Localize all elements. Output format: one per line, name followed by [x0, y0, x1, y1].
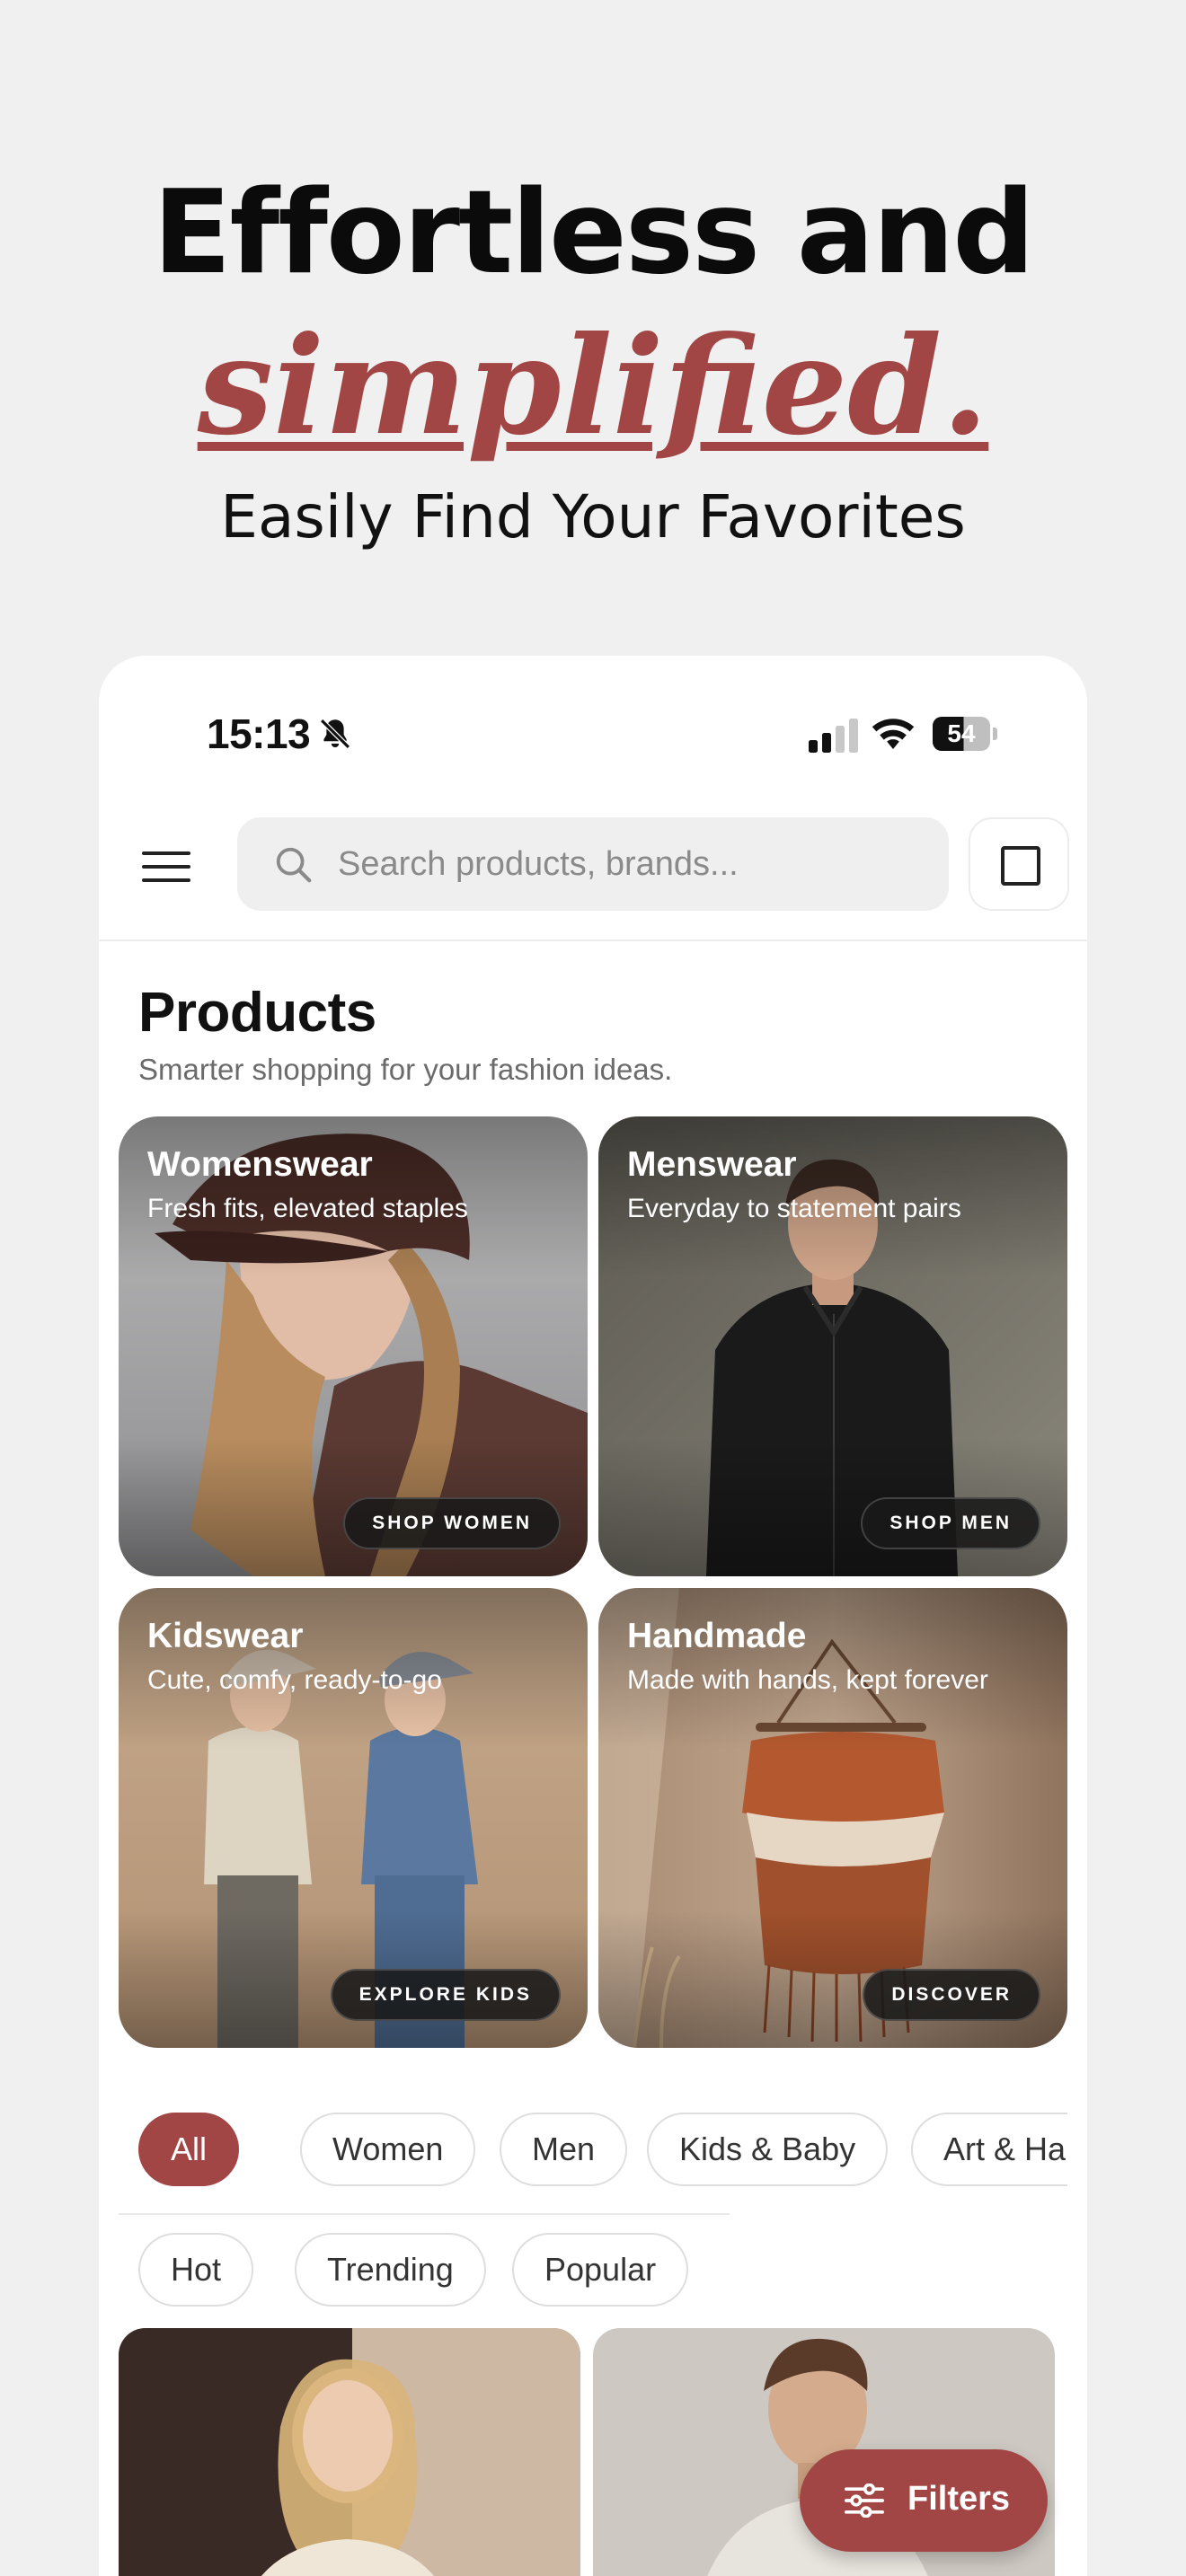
top-bar [99, 817, 1087, 925]
status-bar: 15:13 54 [99, 656, 1087, 781]
sort-chip-row: Hot Trending Popular [119, 2233, 1067, 2314]
category-title: Womenswear [147, 1145, 373, 1184]
hero-tagline: Easily Find Your Favorites [220, 482, 966, 551]
hero-headline: Effortless and [153, 166, 1035, 300]
status-time: 15:13 [207, 710, 311, 757]
square-icon [1001, 846, 1040, 886]
category-subtitle: Everyday to statement pairs [627, 1194, 961, 1223]
chip-hot[interactable]: Hot [138, 2233, 254, 2307]
shop-men-button[interactable]: SHOP MEN [861, 1497, 1040, 1549]
divider [119, 2213, 730, 2215]
product-card[interactable] [119, 2328, 580, 2576]
category-subtitle: Fresh fits, elevated staples [147, 1194, 468, 1223]
category-title: Handmade [627, 1617, 807, 1655]
wifi-icon [872, 719, 915, 749]
category-card-kidswear[interactable]: Kidswear Cute, comfy, ready-to-go EXPLOR… [119, 1588, 588, 2048]
category-subtitle: Cute, comfy, ready-to-go [147, 1665, 442, 1695]
chip-women[interactable]: Women [300, 2113, 476, 2186]
divider [99, 940, 1087, 941]
sliders-icon [845, 2483, 884, 2518]
page-title: Products [138, 982, 376, 1044]
search-input[interactable] [338, 817, 931, 911]
chip-popular[interactable]: Popular [512, 2233, 689, 2307]
hero-highlight: simplified. [197, 307, 989, 465]
bell-slash-icon [320, 719, 350, 749]
hamburger-menu-icon[interactable] [142, 851, 190, 887]
category-title: Kidswear [147, 1617, 304, 1655]
category-card-handmade[interactable]: Handmade Made with hands, kept forever D… [598, 1588, 1067, 2048]
chip-trending[interactable]: Trending [295, 2233, 486, 2307]
category-card-womenswear[interactable]: Womenswear Fresh fits, elevated staples … [119, 1116, 588, 1576]
filters-label: Filters [907, 2480, 1011, 2518]
category-card-menswear[interactable]: Menswear Everyday to statement pairs SHO… [598, 1116, 1067, 1576]
phone-screen: 15:13 54 Search products, brands... Prod… [99, 656, 1087, 2576]
shop-women-button[interactable]: SHOP WOMEN [343, 1497, 561, 1549]
category-chip-row: All Women Men Kids & Baby Art & Han [119, 2113, 1067, 2193]
explore-kids-button[interactable]: EXPLORE KIDS [330, 1969, 561, 2021]
cellular-signal-icon [809, 719, 858, 753]
category-title: Menswear [627, 1145, 797, 1184]
chip-art-handmade[interactable]: Art & Han [911, 2113, 1067, 2186]
category-subtitle: Made with hands, kept forever [627, 1665, 988, 1695]
chip-men[interactable]: Men [500, 2113, 628, 2186]
battery-level: 54 [933, 717, 990, 751]
product-photo [119, 2328, 580, 2576]
hero-section: Effortless and simplified. Easily Find Y… [0, 0, 1186, 629]
chip-kids-baby[interactable]: Kids & Baby [647, 2113, 889, 2186]
page-subtitle: Smarter shopping for your fashion ideas. [138, 1053, 673, 1086]
battery-icon: 54 [933, 717, 997, 751]
discover-button[interactable]: DISCOVER [863, 1969, 1040, 2021]
chip-all[interactable]: All [138, 2113, 240, 2186]
square-button[interactable] [969, 817, 1069, 911]
search-icon [276, 847, 312, 883]
filters-button[interactable]: Filters [800, 2449, 1048, 2552]
search-bar[interactable] [237, 817, 949, 911]
